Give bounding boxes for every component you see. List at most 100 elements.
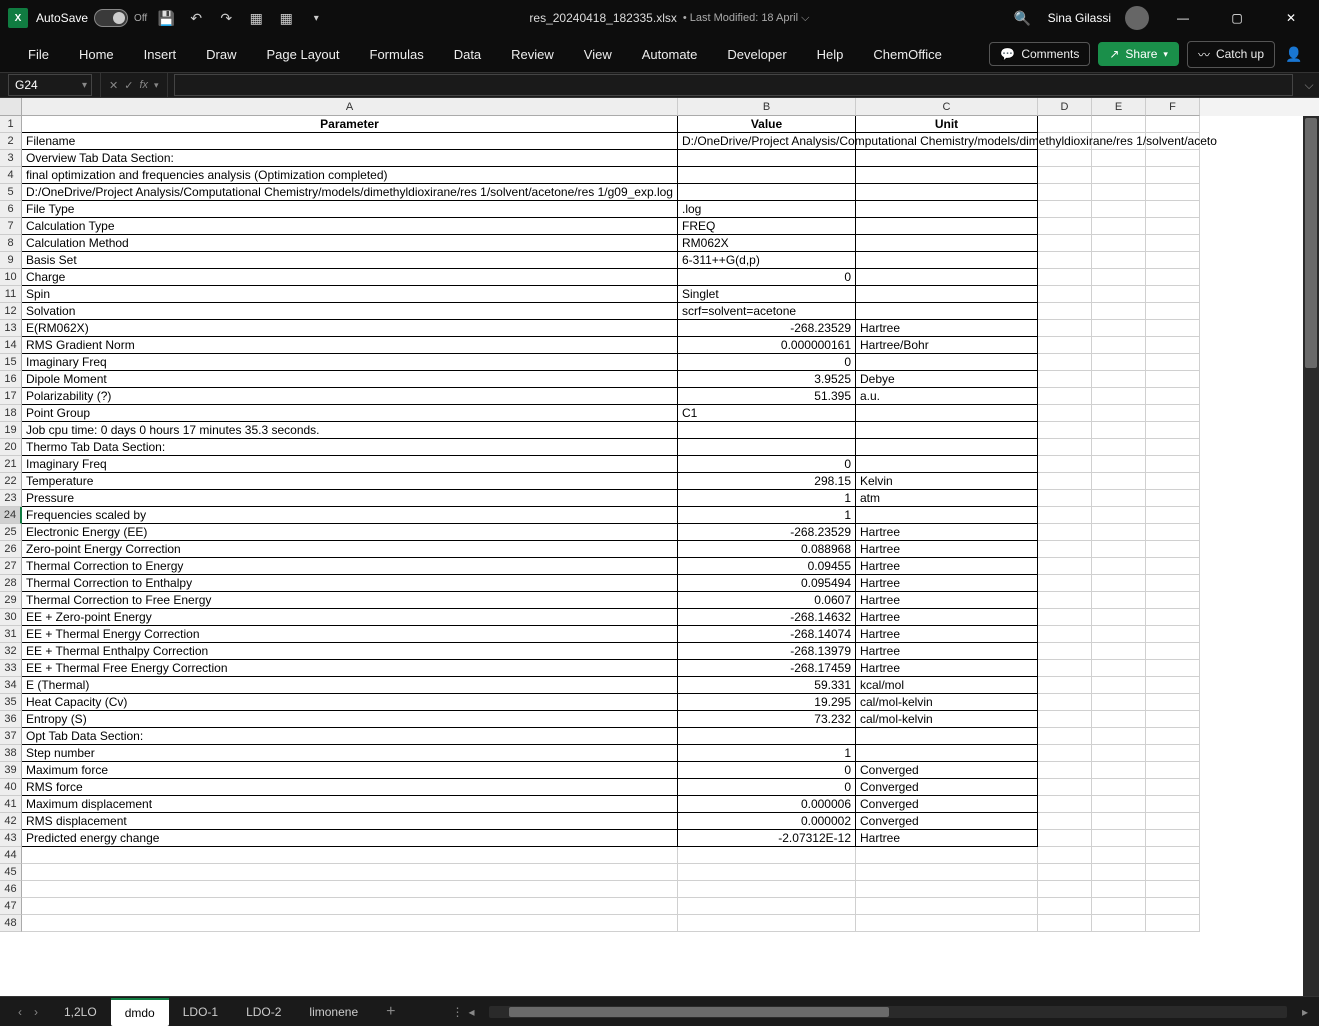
cell-E31[interactable] — [1092, 626, 1146, 643]
cell-C27[interactable]: Hartree — [856, 558, 1038, 575]
ribbon-tab-chemoffice[interactable]: ChemOffice — [859, 41, 955, 68]
cell-E21[interactable] — [1092, 456, 1146, 473]
autosave-control[interactable]: AutoSave Off — [36, 9, 147, 27]
cell-F37[interactable] — [1146, 728, 1200, 745]
cell-A16[interactable]: Dipole Moment — [22, 371, 678, 388]
cell-F14[interactable] — [1146, 337, 1200, 354]
row-header-18[interactable]: 18 — [0, 405, 22, 422]
cell-B15[interactable]: 0 — [678, 354, 856, 371]
cell-B28[interactable]: 0.095494 — [678, 575, 856, 592]
hscroll-right-icon[interactable]: ▸ — [1299, 1005, 1311, 1019]
cell-B22[interactable]: 298.15 — [678, 473, 856, 490]
cell-A47[interactable] — [22, 898, 678, 915]
cell-A6[interactable]: File Type — [22, 201, 678, 218]
cell-D4[interactable] — [1038, 167, 1092, 184]
cell-C20[interactable] — [856, 439, 1038, 456]
cell-C23[interactable]: atm — [856, 490, 1038, 507]
cell-E7[interactable] — [1092, 218, 1146, 235]
vertical-scroll-thumb[interactable] — [1305, 118, 1317, 368]
cell-A13[interactable]: E(RM062X) — [22, 320, 678, 337]
cell-A29[interactable]: Thermal Correction to Free Energy — [22, 592, 678, 609]
ribbon-tab-file[interactable]: File — [14, 41, 63, 68]
cell-F22[interactable] — [1146, 473, 1200, 490]
cell-B46[interactable] — [678, 881, 856, 898]
col-header-B[interactable]: B — [678, 98, 856, 116]
cell-F8[interactable] — [1146, 235, 1200, 252]
cell-E20[interactable] — [1092, 439, 1146, 456]
sheet-next-icon[interactable]: › — [34, 1005, 38, 1019]
cell-C17[interactable]: a.u. — [856, 388, 1038, 405]
cell-F41[interactable] — [1146, 796, 1200, 813]
row-header-42[interactable]: 42 — [0, 813, 22, 830]
cell-E11[interactable] — [1092, 286, 1146, 303]
cell-E26[interactable] — [1092, 541, 1146, 558]
cell-B35[interactable]: 19.295 — [678, 694, 856, 711]
cell-E10[interactable] — [1092, 269, 1146, 286]
cell-E44[interactable] — [1092, 847, 1146, 864]
cell-B2[interactable]: D:/OneDrive/Project Analysis/Computation… — [678, 133, 856, 150]
row-header-22[interactable]: 22 — [0, 473, 22, 490]
cell-E4[interactable] — [1092, 167, 1146, 184]
cell-E9[interactable] — [1092, 252, 1146, 269]
cell-C19[interactable] — [856, 422, 1038, 439]
cell-E3[interactable] — [1092, 150, 1146, 167]
row-header-27[interactable]: 27 — [0, 558, 22, 575]
cell-C8[interactable] — [856, 235, 1038, 252]
row-header-15[interactable]: 15 — [0, 354, 22, 371]
row-header-21[interactable]: 21 — [0, 456, 22, 473]
cell-D24[interactable] — [1038, 507, 1092, 524]
cell-D21[interactable] — [1038, 456, 1092, 473]
cell-E12[interactable] — [1092, 303, 1146, 320]
cell-C45[interactable] — [856, 864, 1038, 881]
cell-E16[interactable] — [1092, 371, 1146, 388]
cell-B14[interactable]: 0.000000161 — [678, 337, 856, 354]
cell-D7[interactable] — [1038, 218, 1092, 235]
cell-F47[interactable] — [1146, 898, 1200, 915]
cell-C7[interactable] — [856, 218, 1038, 235]
row-header-48[interactable]: 48 — [0, 915, 22, 932]
row-header-10[interactable]: 10 — [0, 269, 22, 286]
cell-B6[interactable]: .log — [678, 201, 856, 218]
tab-options-icon[interactable]: ⋮ — [451, 1005, 463, 1019]
cell-C43[interactable]: Hartree — [856, 830, 1038, 847]
cell-E18[interactable] — [1092, 405, 1146, 422]
cell-C48[interactable] — [856, 915, 1038, 932]
sheet-tab-limonene[interactable]: limonene — [295, 998, 372, 1026]
cell-F43[interactable] — [1146, 830, 1200, 847]
cell-C29[interactable]: Hartree — [856, 592, 1038, 609]
cell-C37[interactable] — [856, 728, 1038, 745]
cell-C47[interactable] — [856, 898, 1038, 915]
sheet-nav-arrows[interactable]: ‹› — [8, 1005, 48, 1019]
ribbon-tab-view[interactable]: View — [570, 41, 626, 68]
cell-A9[interactable]: Basis Set — [22, 252, 678, 269]
row-header-7[interactable]: 7 — [0, 218, 22, 235]
row-header-19[interactable]: 19 — [0, 422, 22, 439]
ribbon-tab-formulas[interactable]: Formulas — [356, 41, 438, 68]
cell-C6[interactable] — [856, 201, 1038, 218]
cell-D44[interactable] — [1038, 847, 1092, 864]
cell-F28[interactable] — [1146, 575, 1200, 592]
row-header-12[interactable]: 12 — [0, 303, 22, 320]
cell-E30[interactable] — [1092, 609, 1146, 626]
cell-F24[interactable] — [1146, 507, 1200, 524]
row-header-38[interactable]: 38 — [0, 745, 22, 762]
cell-A14[interactable]: RMS Gradient Norm — [22, 337, 678, 354]
row-header-1[interactable]: 1 — [0, 116, 22, 133]
cell-D16[interactable] — [1038, 371, 1092, 388]
cell-B41[interactable]: 0.000006 — [678, 796, 856, 813]
minimize-button[interactable]: — — [1163, 4, 1203, 32]
cell-D42[interactable] — [1038, 813, 1092, 830]
row-header-25[interactable]: 25 — [0, 524, 22, 541]
share-button[interactable]: ↗Share▾ — [1098, 42, 1179, 66]
cell-A39[interactable]: Maximum force — [22, 762, 678, 779]
cell-E14[interactable] — [1092, 337, 1146, 354]
header-cell-C[interactable]: Unit — [856, 116, 1038, 133]
cell-E34[interactable] — [1092, 677, 1146, 694]
cell-A22[interactable]: Temperature — [22, 473, 678, 490]
row-header-26[interactable]: 26 — [0, 541, 22, 558]
cell-C35[interactable]: cal/mol-kelvin — [856, 694, 1038, 711]
cell-D47[interactable] — [1038, 898, 1092, 915]
row-header-28[interactable]: 28 — [0, 575, 22, 592]
cell-E41[interactable] — [1092, 796, 1146, 813]
cell-D10[interactable] — [1038, 269, 1092, 286]
